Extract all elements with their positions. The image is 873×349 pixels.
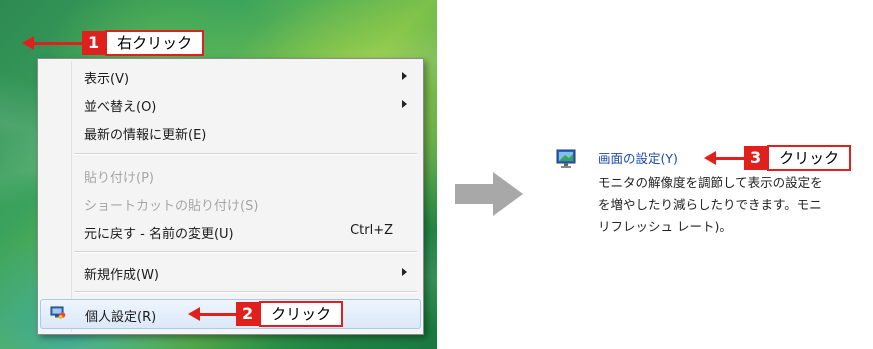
menu-separator xyxy=(74,291,417,293)
menu-item-label: 個人設定(R) xyxy=(85,310,157,325)
display-settings-link[interactable]: 画面の設定(Y) xyxy=(598,148,678,167)
menu-item-label: 並べ替え(O) xyxy=(84,100,157,115)
context-menu: 表示(V) 並べ替え(O) 最新の情報に更新(E) 貼り付け(P) ショートカッ… xyxy=(37,58,424,335)
menu-item-label: 最新の情報に更新(E) xyxy=(84,128,207,143)
menu-item-refresh[interactable]: 最新の情報に更新(E) xyxy=(40,119,421,145)
step-number: 3 xyxy=(744,146,768,170)
arrow-left-icon xyxy=(188,307,200,321)
menu-item-paste-shortcut: ショートカットの貼り付け(S) xyxy=(40,190,421,216)
menu-separator xyxy=(74,153,417,155)
step-label: 右クリック xyxy=(105,30,205,56)
step-label: クリック xyxy=(259,301,344,327)
submenu-arrow-icon xyxy=(402,268,407,276)
menu-item-sort[interactable]: 並べ替え(O) xyxy=(40,91,421,117)
callout-click-personalize: 2 クリック xyxy=(188,301,344,327)
gray-right-arrow-icon xyxy=(455,172,523,216)
description-line: を増やしたり減らしたりできます。モニ xyxy=(598,197,822,212)
display-settings-description: モニタの解像度を調節して表示の設定を を増やしたり減らしたりできます。モニ リフ… xyxy=(598,172,873,238)
personalize-icon xyxy=(50,306,66,319)
step-label: クリック xyxy=(767,145,852,171)
callout-right-click: 1 右クリック xyxy=(22,30,205,56)
menu-item-label: 元に戻す - 名前の変更(U) xyxy=(84,227,234,242)
arrow-left-icon xyxy=(22,36,34,50)
menu-item-shortcut: Ctrl+Z xyxy=(350,223,393,238)
menu-item-label: 新規作成(W) xyxy=(84,268,159,283)
submenu-arrow-icon xyxy=(402,100,407,108)
step-number: 2 xyxy=(236,302,260,326)
description-line: モニタの解像度を調節して表示の設定を xyxy=(598,175,823,190)
step-number: 1 xyxy=(82,31,106,55)
monitor-icon xyxy=(556,149,576,168)
menu-item-label: 貼り付け(P) xyxy=(84,171,154,186)
callout-line xyxy=(716,156,744,160)
description-line: リフレッシュ レート)。 xyxy=(598,219,732,234)
menu-item-new[interactable]: 新規作成(W) xyxy=(40,259,421,285)
menu-item-paste: 貼り付け(P) xyxy=(40,162,421,188)
menu-separator xyxy=(74,251,417,253)
menu-item-undo-rename[interactable]: 元に戻す - 名前の変更(U) Ctrl+Z xyxy=(40,218,421,244)
submenu-arrow-icon xyxy=(402,72,407,80)
menu-item-label: 表示(V) xyxy=(84,72,130,87)
callout-line xyxy=(34,41,82,45)
desktop-background[interactable]: 1 右クリック 表示(V) 並べ替え(O) 最新の情報に更新(E) 貼り付け(P… xyxy=(0,0,437,349)
menu-item-view[interactable]: 表示(V) xyxy=(40,63,421,89)
callout-line xyxy=(200,312,236,316)
menu-item-label: ショートカットの貼り付け(S) xyxy=(84,199,259,214)
callout-click-display-settings: 3 クリック xyxy=(704,145,852,171)
arrow-left-icon xyxy=(704,151,716,165)
